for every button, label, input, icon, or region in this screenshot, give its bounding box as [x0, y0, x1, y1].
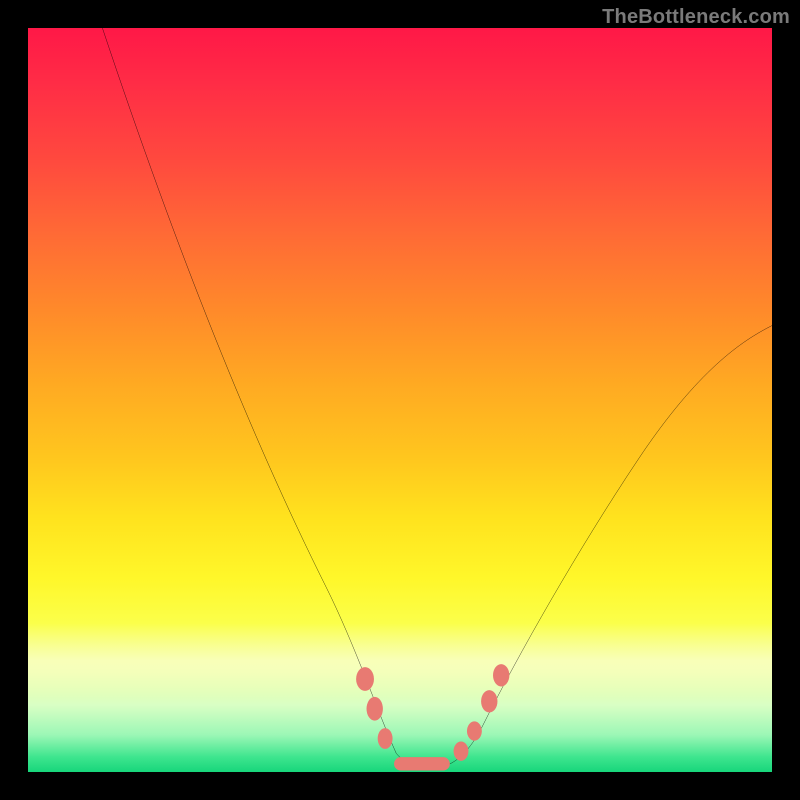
- bottleneck-curve-svg: [28, 28, 772, 772]
- marker-bar: [394, 757, 450, 770]
- marker-dot: [481, 690, 497, 712]
- bottleneck-curve-path: [102, 28, 772, 768]
- chart-frame: TheBottleneck.com: [0, 0, 800, 800]
- marker-dot: [378, 728, 393, 749]
- marker-group: [356, 664, 509, 770]
- marker-dot: [367, 697, 383, 721]
- marker-dot: [356, 667, 374, 691]
- plot-area: [28, 28, 772, 772]
- marker-dot: [467, 721, 482, 740]
- attribution-text: TheBottleneck.com: [602, 6, 790, 29]
- marker-dot: [454, 741, 469, 760]
- marker-dot: [493, 664, 509, 686]
